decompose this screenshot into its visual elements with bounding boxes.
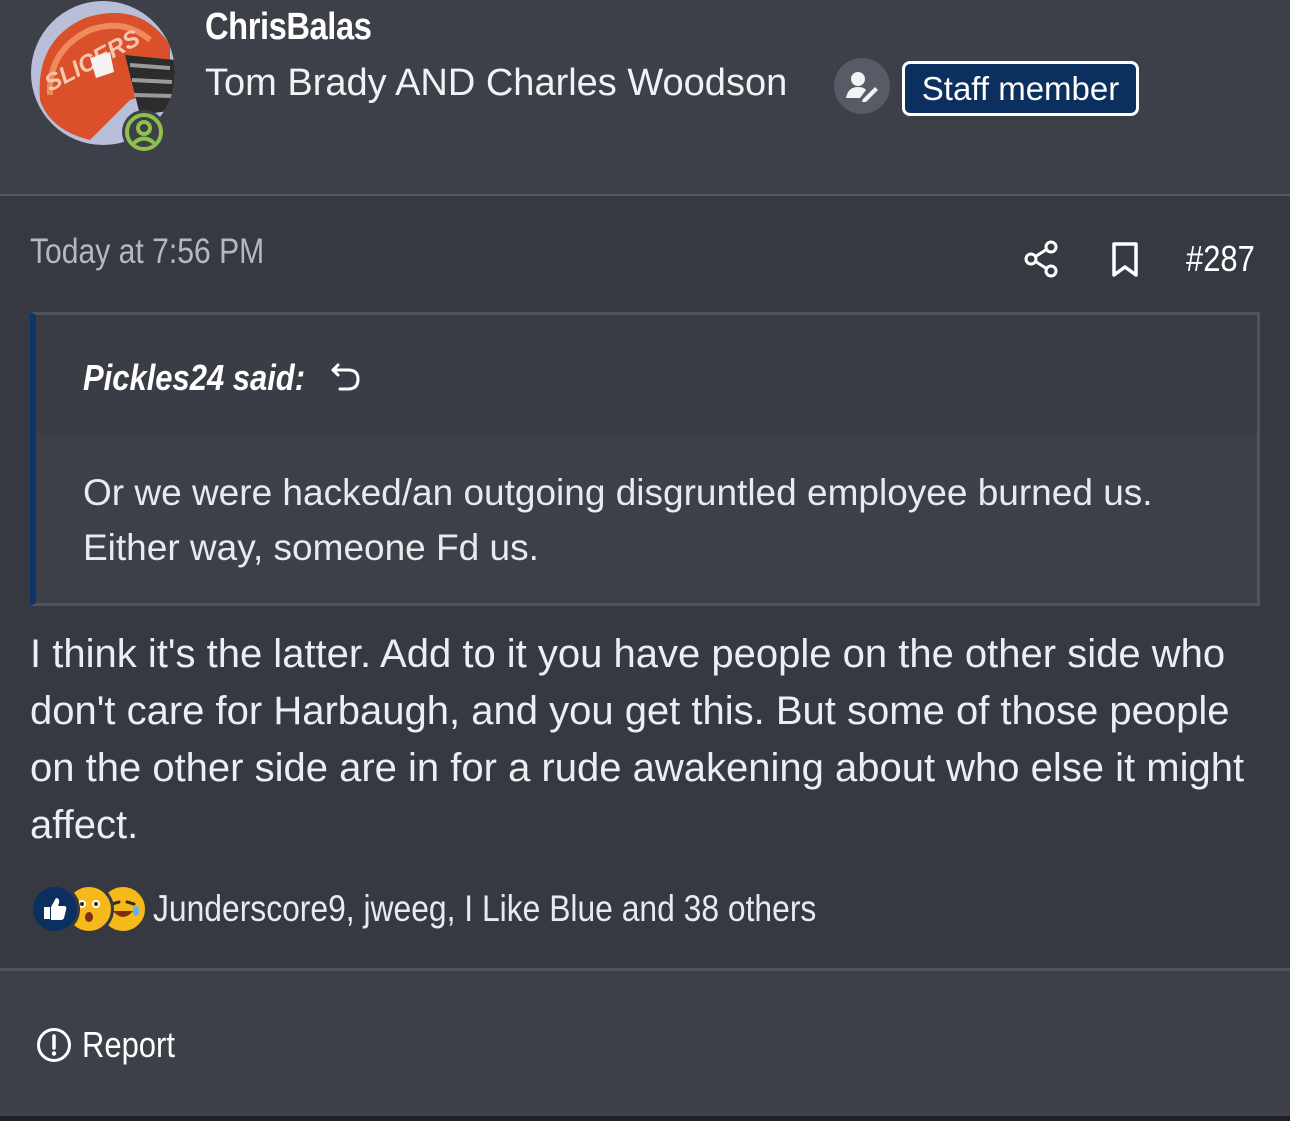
author-name[interactable]: ChrisBalas — [205, 6, 372, 49]
post-body: I think it's the latter. Add to it you h… — [30, 632, 1245, 847]
report-button[interactable]: Report — [36, 1024, 190, 1066]
quote-header: Pickles24 said: — [36, 315, 1257, 435]
jump-to-quote-icon[interactable] — [328, 359, 364, 400]
author-title: Tom Brady AND Charles Woodson — [205, 62, 788, 104]
report-label: Report — [82, 1024, 175, 1065]
quote-block: Pickles24 said: Or we were hacked/an out… — [30, 312, 1260, 606]
post-number-link[interactable]: #287 — [1186, 238, 1255, 280]
quote-author[interactable]: Pickles24 said: — [83, 357, 305, 399]
bookmark-icon[interactable] — [1108, 240, 1142, 285]
reactions-summary[interactable] — [30, 884, 150, 936]
staff-badge: Staff member — [902, 61, 1139, 116]
quote-text: Or we were hacked/an outgoing disgruntle… — [83, 472, 1153, 568]
avatar[interactable]: SLICERS — [30, 0, 176, 154]
bottom-edge — [0, 1116, 1290, 1121]
alert-circle-icon — [37, 1028, 71, 1062]
user-edit-icon — [834, 58, 890, 114]
online-status-icon — [122, 110, 166, 154]
post-header: SLICERS ChrisBalas Tom Brady AND Charles… — [0, 0, 1290, 196]
post-timestamp[interactable]: Today at 7:56 PM — [30, 232, 264, 272]
share-icon[interactable] — [1020, 238, 1062, 285]
like-icon — [30, 884, 80, 934]
post-footer — [0, 971, 1290, 1116]
reaction-users[interactable]: Junderscore9, jweeg, I Like Blue and 38 … — [153, 888, 816, 930]
